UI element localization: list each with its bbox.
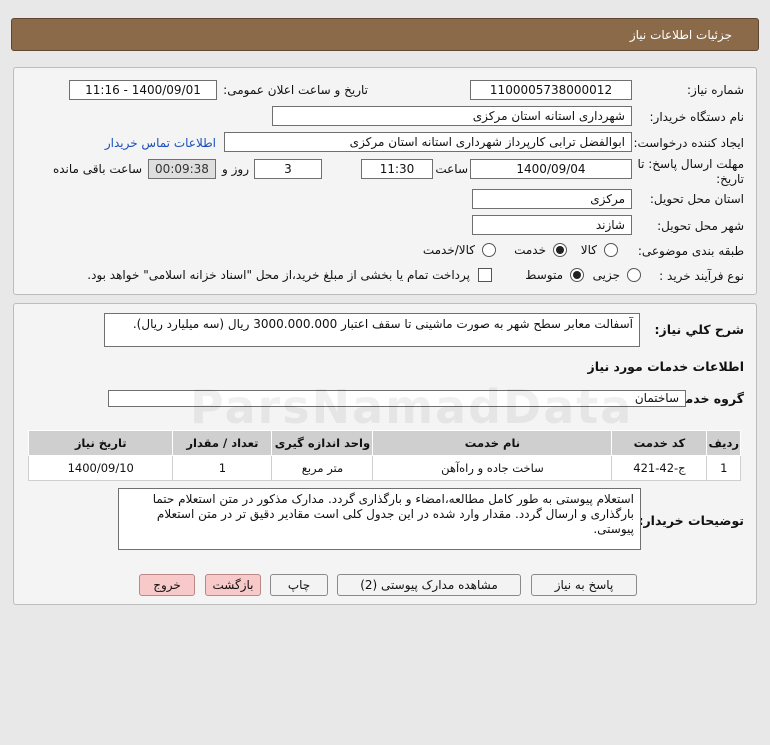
deadline-label: مهلت ارسال پاسخ: تا <box>637 157 744 171</box>
treasury-payment-checkbox[interactable] <box>478 268 492 282</box>
requester-label: ایجاد کننده درخواست: <box>633 136 744 150</box>
description-label: شرح کلي نياز: <box>654 322 744 337</box>
table-row: 1 ج-42-421 ساخت جاده و راه‌آهن متر مربع … <box>27 455 741 481</box>
deadline-time-field: 11:30 <box>361 159 433 179</box>
cell-unit: متر مربع <box>271 455 374 481</box>
process-option-minor: جزیی <box>592 268 620 282</box>
need-number-field: 1100005738000012 <box>470 80 632 100</box>
buyer-notes-text: استعلام پیوستی به طور کامل مطالعه،امضاء … <box>118 488 641 550</box>
cell-qty: 1 <box>172 455 273 481</box>
process-label: نوع فرآیند خرید : <box>659 269 744 283</box>
requester-field: ابوالفضل ترابی کارپرداز شهرداری استانه ا… <box>224 132 632 152</box>
announce-field: 1400/09/01 - 11:16 <box>69 80 217 100</box>
back-button[interactable]: بازگشت <box>205 574 261 596</box>
col-qty: تعداد / مقدار <box>172 430 273 456</box>
print-button[interactable]: چاپ <box>270 574 328 596</box>
city-label: شهر محل تحویل: <box>657 219 744 233</box>
process-radio-minor[interactable] <box>627 268 641 282</box>
category-radio-goods-service[interactable] <box>482 243 496 257</box>
category-option-service: خدمت <box>514 243 546 257</box>
announce-label: تاریخ و ساعت اعلان عمومی: <box>223 83 368 97</box>
days-field: 3 <box>254 159 322 179</box>
page-title: جزئیات اطلاعات نیاز <box>629 28 732 42</box>
category-radio-service[interactable] <box>553 243 567 257</box>
view-attachments-button[interactable]: مشاهده مدارک پیوستی (2) <box>337 574 521 596</box>
col-name: نام خدمت <box>372 430 613 456</box>
services-table: ردیف کد خدمت نام خدمت واحد اندازه گیری ت… <box>27 430 741 481</box>
services-section-title: اطلاعات خدمات مورد نیاز <box>587 359 745 374</box>
contact-buyer-link[interactable]: اطلاعات تماس خریدار <box>105 136 216 150</box>
deadline-label-date: تاریخ: <box>716 172 744 186</box>
process-option-medium: متوسط <box>525 268 563 282</box>
treasury-payment-note: پرداخت تمام یا بخشی از مبلغ خرید،از محل … <box>87 268 470 282</box>
col-date: تاریخ نیاز <box>27 430 174 456</box>
description-text: آسفالت معابر سطح شهر به صورت ماشینی تا س… <box>104 313 640 347</box>
need-number-label: شماره نیاز: <box>687 83 744 97</box>
province-label: استان محل تحویل: <box>649 192 744 206</box>
city-field: شازند <box>472 215 632 235</box>
category-option-goods-service: کالا/خدمت <box>422 243 475 257</box>
province-field: مرکزی <box>472 189 632 209</box>
buyer-org-label: نام دستگاه خریدار: <box>649 110 745 124</box>
page-header: جزئیات اطلاعات نیاز <box>11 18 759 51</box>
need-info-panel <box>13 67 757 295</box>
buyer-notes-label: توضیحات خریدار: <box>638 513 744 528</box>
cell-code: ج-42-421 <box>611 455 708 481</box>
col-unit: واحد اندازه گیری <box>271 430 374 456</box>
remaining-time-field: 00:09:38 <box>148 159 216 179</box>
category-option-goods: کالا <box>580 243 597 257</box>
exit-button[interactable]: خروج <box>139 574 195 596</box>
category-radio-goods[interactable] <box>604 243 618 257</box>
cell-row: 1 <box>706 455 741 481</box>
remaining-label: ساعت باقی مانده <box>52 162 142 176</box>
col-row: ردیف <box>706 430 741 456</box>
cell-date: 1400/09/10 <box>27 455 174 481</box>
table-header-row: ردیف کد خدمت نام خدمت واحد اندازه گیری ت… <box>27 430 741 456</box>
deadline-time-label: ساعت <box>435 162 468 176</box>
deadline-date-field: 1400/09/04 <box>470 159 632 179</box>
days-label: روز و <box>222 162 249 176</box>
service-group-field: ساختمان <box>108 390 686 407</box>
respond-button[interactable]: پاسخ به نیاز <box>531 574 637 596</box>
buyer-org-field: شهرداری استانه استان مرکزی <box>272 106 632 126</box>
col-code: کد خدمت <box>611 430 708 456</box>
process-radio-medium[interactable] <box>570 268 584 282</box>
category-label: طبقه بندی موضوعی: <box>637 244 744 258</box>
cell-name: ساخت جاده و راه‌آهن <box>372 455 613 481</box>
